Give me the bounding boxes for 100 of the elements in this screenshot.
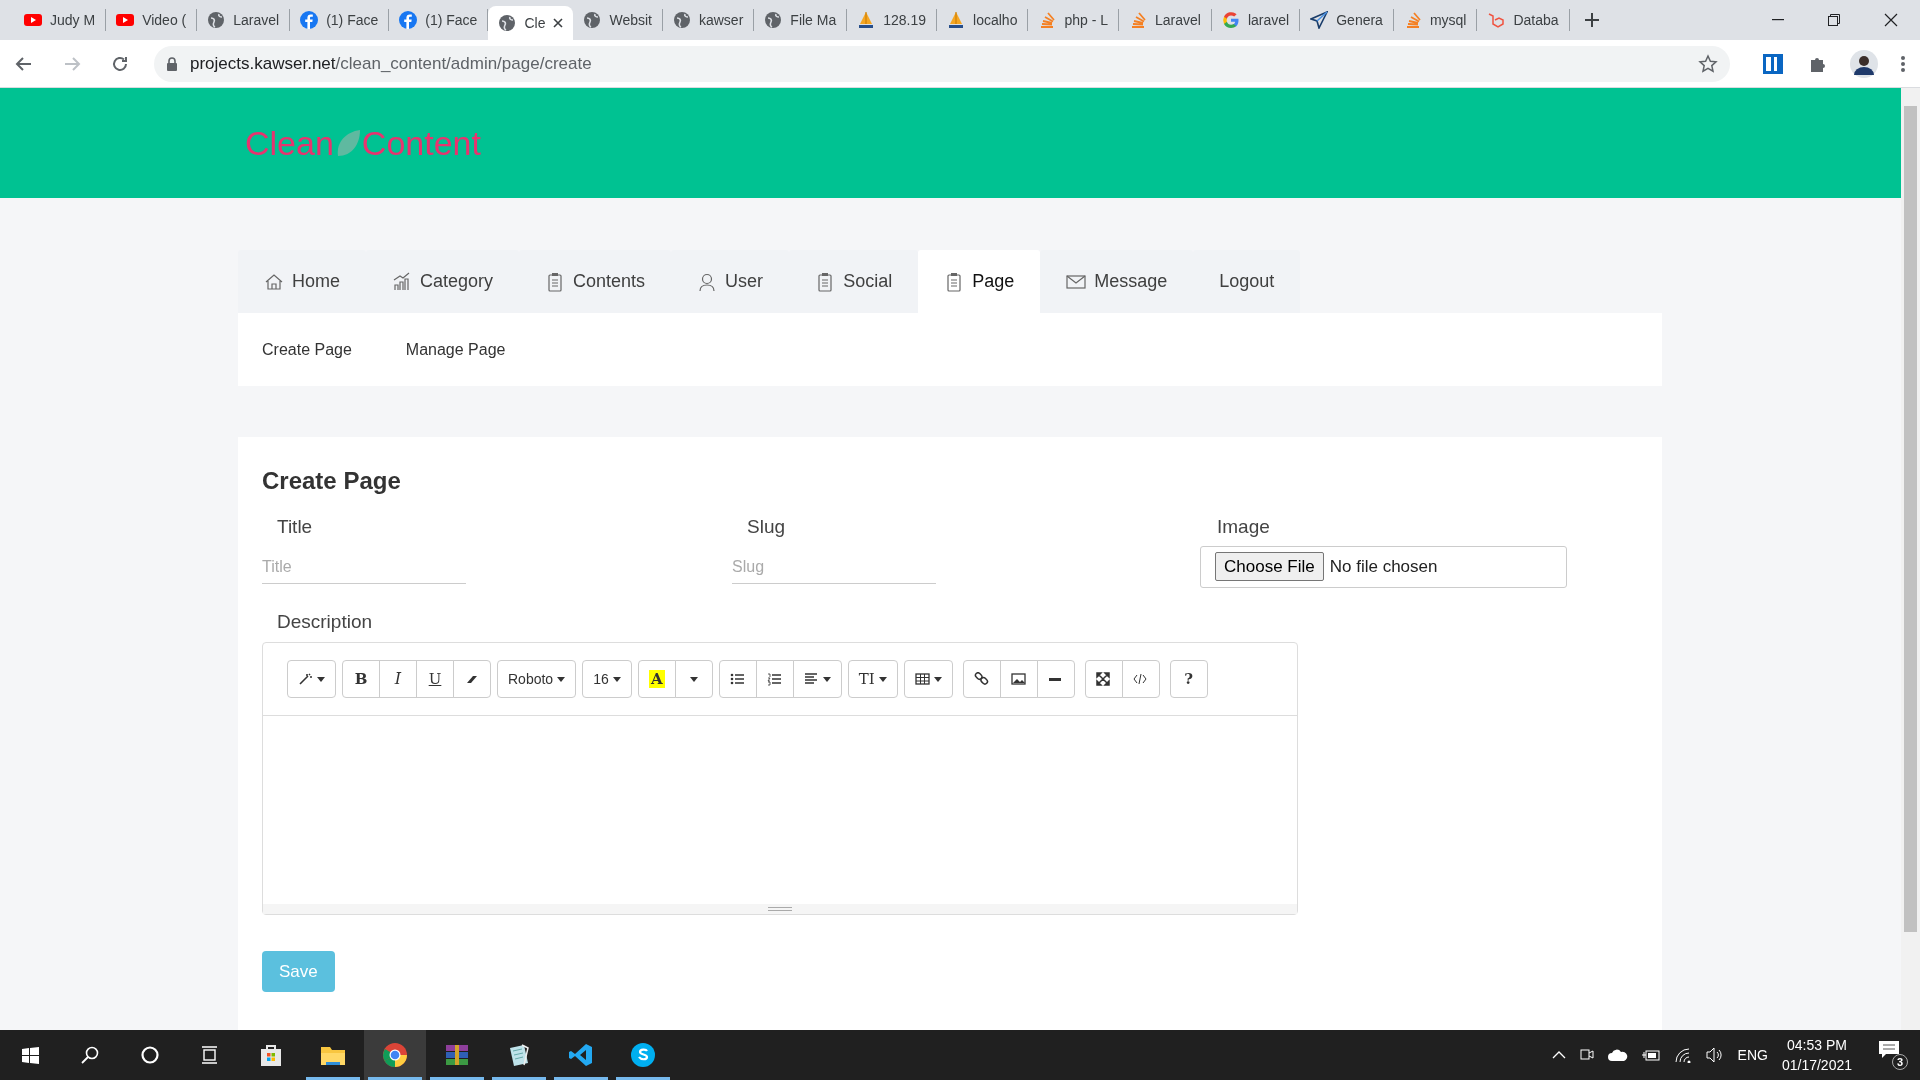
browser-tab[interactable]: (1) Face — [290, 9, 390, 31]
notification-count: 3 — [1892, 1054, 1908, 1070]
nav-tab[interactable]: Message — [1040, 250, 1194, 313]
toolbar-button[interactable] — [755, 660, 794, 698]
wifi-icon[interactable] — [1673, 1047, 1692, 1063]
vscode-icon — [568, 1042, 594, 1068]
browser-tab[interactable]: Judy M — [14, 9, 107, 31]
nav-tab[interactable]: Page — [918, 250, 1041, 313]
battery-icon[interactable] — [1641, 1049, 1660, 1061]
laravel-icon — [1487, 11, 1506, 29]
resize-handle[interactable] — [263, 904, 1297, 914]
chrome-icon — [382, 1042, 408, 1068]
input-field[interactable]: Title — [262, 551, 466, 584]
user-icon — [697, 271, 718, 292]
browser-tab[interactable]: Video ( — [106, 9, 198, 31]
toolbar-button[interactable]: B — [342, 660, 380, 698]
toolbar-button[interactable]: Roboto — [497, 660, 577, 698]
browser-tab[interactable]: php - L — [1028, 9, 1120, 31]
restore-icon[interactable] — [1828, 14, 1840, 26]
nav-tab[interactable]: User — [671, 250, 790, 313]
star-icon[interactable] — [1698, 53, 1718, 74]
toolbar-button[interactable]: A — [637, 660, 676, 698]
scrollbar[interactable] — [1901, 88, 1920, 1030]
caret-icon — [822, 676, 831, 682]
browser-tab[interactable]: Laravel — [1119, 9, 1212, 31]
nav-tab[interactable]: Social — [789, 250, 919, 313]
table-icon — [914, 672, 930, 686]
cortana-icon[interactable] — [140, 1045, 160, 1065]
address-bar[interactable]: projects.kawser.net/clean_content/admin/page/create — [154, 45, 1730, 82]
clock-time[interactable]: 04:53 PM — [1787, 1035, 1847, 1055]
toolbar-button[interactable] — [903, 660, 953, 698]
toolbar-button[interactable] — [1084, 660, 1123, 698]
subnav-link[interactable]: Create Page — [262, 337, 352, 362]
clock-date[interactable]: 01/17/2021 — [1781, 1055, 1852, 1075]
browser-tab[interactable]: File Ma — [754, 9, 848, 31]
sailboat-icon — [857, 11, 876, 29]
chevron-up-icon[interactable] — [1551, 1051, 1566, 1059]
new-tab-icon[interactable] — [1583, 12, 1600, 28]
subnav-link[interactable]: Manage Page — [405, 337, 506, 362]
link-icon — [974, 672, 990, 686]
windows-start-icon[interactable] — [20, 1045, 40, 1065]
toolbar-button[interactable] — [962, 660, 1001, 698]
field-label: Image — [1217, 515, 1271, 539]
lock-icon — [166, 56, 178, 71]
field-label: Slug — [747, 515, 787, 539]
nav-tab[interactable]: Logout — [1193, 250, 1301, 313]
browser-tab[interactable]: 128.19 — [847, 9, 938, 31]
browser-tab[interactable]: Websit — [573, 9, 663, 31]
form-heading: Create Page — [262, 466, 402, 496]
toolbar-button[interactable]: U — [416, 660, 454, 698]
magic-wand-icon — [298, 672, 313, 686]
toolbar-button[interactable] — [718, 660, 757, 698]
toolbar-button[interactable]: TI — [847, 660, 898, 698]
browser-tab[interactable]: Cle — [488, 6, 574, 40]
close-icon[interactable] — [1884, 13, 1898, 27]
search-icon[interactable] — [80, 1045, 100, 1065]
code-icon — [1133, 672, 1149, 686]
browser-tab[interactable]: (1) Face — [389, 9, 489, 31]
browser-tab[interactable]: Databa — [1477, 9, 1570, 31]
caret-icon — [689, 676, 698, 682]
bar-chart-icon — [392, 271, 412, 292]
speaker-icon[interactable] — [1705, 1047, 1724, 1063]
toolbar-button[interactable]: ? — [1169, 660, 1208, 698]
nav-tab[interactable]: Home — [238, 250, 366, 313]
store-bag-icon — [258, 1042, 284, 1068]
browser-tab[interactable]: mysql — [1393, 9, 1478, 31]
extension-icon[interactable] — [1762, 52, 1784, 75]
file-input[interactable]: Choose File No file chosen — [1200, 545, 1567, 588]
language-indicator[interactable]: ENG — [1737, 1044, 1768, 1066]
toolbar-button[interactable]: 16 — [582, 660, 632, 698]
url-text: projects.kawser.net/clean_content/admin/page/create — [190, 52, 592, 75]
caret-icon — [557, 676, 566, 682]
toolbar-button[interactable] — [792, 660, 842, 698]
task-view-icon[interactable] — [200, 1045, 220, 1065]
browser-tab[interactable]: Genera — [1300, 9, 1394, 31]
align-left-icon — [803, 672, 819, 686]
sailboat-icon — [947, 11, 966, 29]
globe-icon — [672, 11, 691, 29]
profile-avatar[interactable] — [1850, 49, 1878, 78]
toolbar-button[interactable]: I — [379, 660, 417, 698]
taskbar-app[interactable] — [364, 1030, 426, 1080]
menu-icon[interactable] — [1900, 54, 1906, 73]
browser-tab[interactable]: laravel — [1211, 9, 1301, 31]
browser-tab[interactable]: kawser — [662, 9, 755, 31]
bullet-list-icon — [730, 672, 746, 686]
notification-button[interactable]: 3 — [1878, 1040, 1908, 1070]
caret-icon — [612, 676, 621, 682]
choose-file-button[interactable]: Choose File — [1215, 551, 1324, 582]
close-icon[interactable] — [553, 18, 564, 28]
input-field[interactable]: Slug — [732, 551, 936, 584]
browser-tab[interactable]: Laravel — [197, 9, 291, 31]
globe-icon — [207, 11, 226, 29]
cloud-icon[interactable] — [1607, 1049, 1628, 1061]
minimize-icon[interactable] — [1772, 19, 1784, 21]
paper-plane-icon — [1310, 11, 1329, 29]
nav-tab[interactable]: Contents — [519, 250, 672, 313]
browser-tab[interactable]: localho — [937, 9, 1029, 31]
nav-tab[interactable]: Category — [366, 250, 520, 313]
toolbar-button[interactable] — [1036, 660, 1075, 698]
numbered-list-icon — [767, 672, 783, 686]
